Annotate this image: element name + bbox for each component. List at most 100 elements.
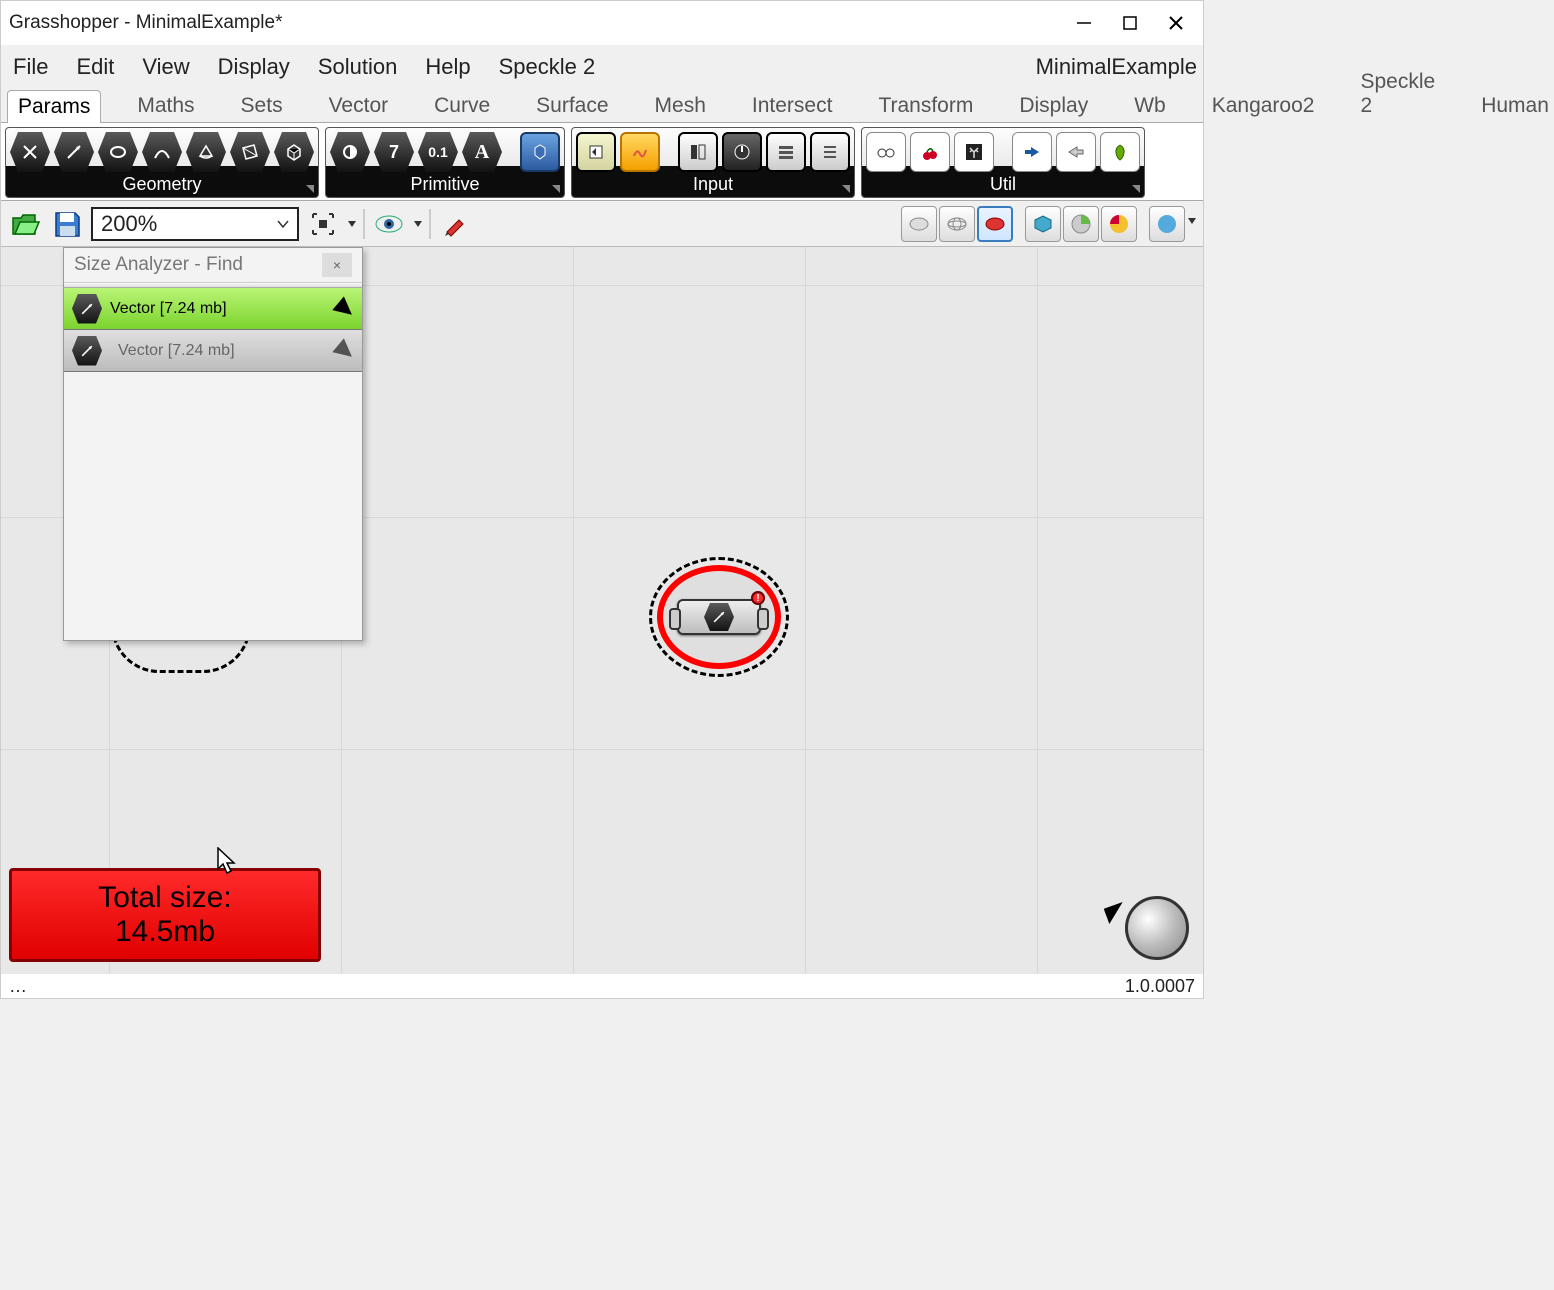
ribbon-group-label: Input <box>576 172 850 199</box>
tab-params[interactable]: Params <box>7 90 101 123</box>
menu-speckle2[interactable]: Speckle 2 <box>499 54 596 80</box>
display-lastblue-button[interactable] <box>1149 206 1185 242</box>
point-param-icon[interactable] <box>10 132 50 172</box>
valuelist-input-icon[interactable] <box>766 132 806 172</box>
save-file-button[interactable] <box>49 206 85 242</box>
colour-param-icon[interactable] <box>520 132 560 172</box>
circle-param-icon[interactable] <box>98 132 138 172</box>
status-left: … <box>9 976 27 997</box>
sketch-button[interactable] <box>437 206 473 242</box>
size-analyzer-panel[interactable]: Size Analyzer - Find × Vector [7.24 mb] … <box>63 247 363 641</box>
surface-param-icon[interactable] <box>230 132 270 172</box>
list-item-label: Vector [7.24 mb] <box>118 342 235 360</box>
window-title: Grasshopper - MinimalExample* <box>5 12 1061 34</box>
version-label: 1.0.0007 <box>1125 976 1195 997</box>
knob-input-icon[interactable] <box>722 132 762 172</box>
ribbon: Geometry 7 0.1 A Primitive <box>1 123 1203 201</box>
chevron-down-icon <box>277 218 289 230</box>
curve-param-icon[interactable] <box>142 132 182 172</box>
tab-human[interactable]: Human <box>1471 90 1554 122</box>
brep-param-icon[interactable] <box>274 132 314 172</box>
glasses-icon[interactable] <box>866 132 906 172</box>
tree-icon[interactable] <box>954 132 994 172</box>
tab-speckle2[interactable]: Speckle 2 <box>1350 66 1445 122</box>
vector-param-icon <box>72 294 102 324</box>
plane-param-icon[interactable] <box>186 132 226 172</box>
expand-icon[interactable] <box>306 185 314 193</box>
tab-mesh[interactable]: Mesh <box>645 90 716 122</box>
compass-icon[interactable] <box>1125 896 1189 960</box>
tab-vector[interactable]: Vector <box>319 90 399 122</box>
menu-help[interactable]: Help <box>425 54 470 80</box>
preview-button[interactable] <box>371 206 407 242</box>
tab-wb[interactable]: Wb <box>1124 90 1176 122</box>
titlebar: Grasshopper - MinimalExample* <box>1 1 1203 45</box>
close-button[interactable] <box>1153 5 1199 41</box>
panel-input-icon[interactable] <box>576 132 616 172</box>
ribbon-group-util: Util <box>861 127 1145 198</box>
integer-param-icon[interactable]: 7 <box>374 132 414 172</box>
tab-surface[interactable]: Surface <box>526 90 618 122</box>
arrow-out-icon[interactable] <box>1056 132 1096 172</box>
tab-intersect[interactable]: Intersect <box>742 90 843 122</box>
expand-icon[interactable] <box>552 185 560 193</box>
tab-display[interactable]: Display <box>1009 90 1098 122</box>
maximize-button[interactable] <box>1107 5 1153 41</box>
separator <box>363 209 365 239</box>
locate-arrow-icon <box>332 338 357 363</box>
canvas-component-vector[interactable]: ! <box>649 557 789 677</box>
tab-maths[interactable]: Maths <box>127 90 204 122</box>
total-size-panel[interactable]: Total size: 14.5mb <box>9 868 321 962</box>
menu-display[interactable]: Display <box>218 54 290 80</box>
expand-icon[interactable] <box>1132 185 1140 193</box>
tab-kangaroo2[interactable]: Kangaroo2 <box>1202 90 1325 122</box>
list-input-icon[interactable] <box>810 132 850 172</box>
ribbon-group-geometry: Geometry <box>5 127 319 198</box>
display-sun-button[interactable] <box>1101 206 1137 242</box>
tabstrip: Params Maths Sets Vector Curve Surface M… <box>1 89 1203 123</box>
minimize-button[interactable] <box>1061 5 1107 41</box>
cursor-icon <box>217 847 239 875</box>
document-label[interactable]: MinimalExample <box>1036 54 1197 80</box>
zoom-extents-button[interactable] <box>305 206 341 242</box>
zoom-combobox[interactable]: 200% <box>91 207 299 241</box>
zoom-value: 200% <box>101 211 157 237</box>
tab-sets[interactable]: Sets <box>231 90 293 122</box>
component-body[interactable] <box>677 599 761 635</box>
slider-input-icon[interactable] <box>620 132 660 172</box>
arrow-in-icon[interactable] <box>1012 132 1052 172</box>
list-item[interactable]: Vector [7.24 mb] <box>64 288 362 330</box>
dropdown-icon[interactable] <box>1187 206 1197 236</box>
menu-view[interactable]: View <box>142 54 189 80</box>
list-item[interactable]: Vector [7.24 mb] <box>64 330 362 372</box>
ribbon-group-input: Input <box>571 127 855 198</box>
canvas[interactable]: ! Size Analyzer - Find × Vector [7.24 mb… <box>1 247 1203 974</box>
menu-edit[interactable]: Edit <box>76 54 114 80</box>
vector-param-icon[interactable] <box>54 132 94 172</box>
expand-icon[interactable] <box>842 185 850 193</box>
dropdown-icon[interactable] <box>413 209 423 239</box>
locate-arrow-icon <box>332 296 357 321</box>
cherries-icon[interactable] <box>910 132 950 172</box>
toggle-input-icon[interactable] <box>678 132 718 172</box>
dropdown-icon[interactable] <box>347 209 357 239</box>
display-wire-button[interactable] <box>939 206 975 242</box>
ribbon-group-primitive: 7 0.1 A Primitive <box>325 127 565 198</box>
panel-close-button[interactable]: × <box>322 253 352 277</box>
text-param-icon[interactable]: A <box>462 132 502 172</box>
display-blue-button[interactable] <box>1025 206 1061 242</box>
menu-file[interactable]: File <box>13 54 48 80</box>
hops-icon[interactable] <box>1100 132 1140 172</box>
display-noshade-button[interactable] <box>901 206 937 242</box>
display-gumball-button[interactable] <box>1063 206 1099 242</box>
number-param-icon[interactable]: 0.1 <box>418 132 458 172</box>
statusbar: … 1.0.0007 <box>1 974 1203 998</box>
display-shaded-button[interactable] <box>977 206 1013 242</box>
tab-curve[interactable]: Curve <box>424 90 500 122</box>
tab-transform[interactable]: Transform <box>868 90 983 122</box>
app-window: Grasshopper - MinimalExample* File Edit … <box>0 0 1204 999</box>
menu-solution[interactable]: Solution <box>318 54 398 80</box>
panel-title[interactable]: Size Analyzer - Find × <box>64 248 362 282</box>
boolean-param-icon[interactable] <box>330 132 370 172</box>
open-file-button[interactable] <box>7 206 43 242</box>
